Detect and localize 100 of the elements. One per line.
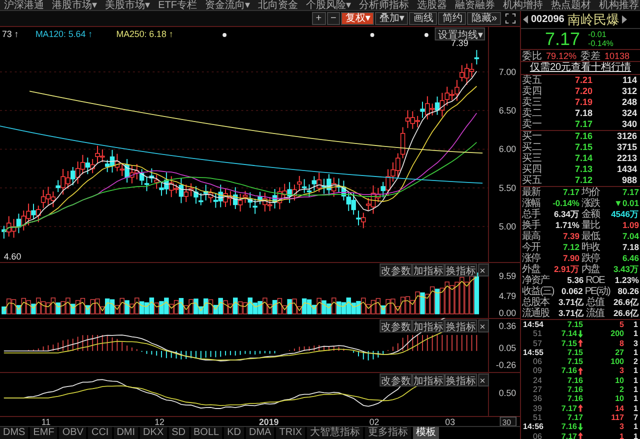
trade-volume: 10: [614, 394, 624, 404]
menu-item[interactable]: 选股器: [417, 0, 448, 10]
trade-price: 7.15: [561, 338, 577, 348]
trade-count: 1: [632, 394, 638, 404]
menu-item[interactable]: 机构增持: [503, 0, 544, 10]
indicator-tab[interactable]: OBV: [59, 427, 86, 439]
panel-button[interactable]: 换指标: [444, 374, 478, 388]
toolbar-button[interactable]: +: [312, 12, 326, 25]
order-price: 7.12: [574, 175, 592, 186]
panel-button[interactable]: ×: [478, 374, 489, 388]
order-price: 7.13: [574, 164, 592, 175]
order-level-label: 买二: [522, 142, 543, 153]
stat-label: 量比: [582, 220, 600, 231]
panel-button[interactable]: 改参数: [380, 374, 412, 388]
indicator-tab[interactable]: EMF: [30, 427, 58, 439]
trade-volume: 3: [618, 422, 624, 432]
order-price: 7.18: [574, 108, 592, 119]
stat-value: 1.23%: [614, 275, 639, 286]
order-price: 7.17: [574, 119, 592, 130]
panel-button[interactable]: 改参数: [380, 320, 412, 334]
stat-label: 换手: [522, 220, 540, 231]
promo-link[interactable]: 仅需20元查看十档行情: [530, 62, 632, 74]
order-level-label: 卖二: [522, 108, 543, 119]
toolbar-button[interactable]: 画线: [409, 12, 438, 25]
indicator-tab[interactable]: BOLL: [190, 427, 222, 439]
trade-price: 7.16: [561, 366, 577, 376]
panel-button[interactable]: 加指标: [412, 264, 445, 278]
period-field[interactable]: 30: [500, 416, 517, 426]
low-price-label: 4.60: [4, 251, 22, 262]
stat-label: 昨收: [582, 242, 600, 253]
indicator-tab[interactable]: DMS: [0, 427, 28, 439]
stat-label: 最新: [522, 187, 540, 198]
stat-value: 7.17: [562, 187, 580, 198]
indicator-tab[interactable]: 更多指标: [365, 427, 412, 439]
menu-item[interactable]: 机构推荐: [599, 0, 640, 10]
indicator-tab[interactable]: TRIX: [276, 427, 306, 439]
stat-label: 均价: [582, 187, 600, 198]
stat-label: 流值: [586, 308, 604, 319]
stat-value: 7.17: [621, 187, 639, 198]
axis-label: 0.00: [498, 308, 516, 318]
menu-item[interactable]: 热点题材: [551, 0, 592, 10]
stat-label: PE(动): [584, 286, 610, 297]
menu-item[interactable]: 分析师指标: [359, 0, 410, 10]
stat-value: 4546万: [610, 209, 639, 220]
panel-button[interactable]: ×: [478, 264, 489, 278]
stat-label: 涨停: [522, 253, 540, 264]
indicator-tab[interactable]: KD: [224, 427, 244, 439]
panel-button[interactable]: 加指标: [412, 374, 445, 388]
trade-volume: 27: [614, 348, 624, 358]
indicator-tab[interactable]: 大智慧指标: [307, 427, 364, 439]
ma-settings-button[interactable]: 设置均线▾: [434, 27, 486, 41]
indicator-tab[interactable]: SD: [168, 427, 189, 439]
toolbar-button[interactable]: 简约: [438, 12, 466, 25]
stat-label: 金额: [582, 209, 600, 220]
stock-code: 002096: [531, 14, 564, 25]
order-volume: 3126: [616, 131, 637, 142]
trade-price: 7.17: [567, 412, 583, 422]
trade-time: 51: [532, 329, 543, 339]
indicator-tab[interactable]: CCI: [88, 427, 112, 439]
order-volume: 324: [620, 108, 637, 119]
order-volume: 2213: [616, 153, 637, 164]
axis-label: 0.05: [498, 343, 516, 354]
toolbar-button[interactable]: 叠加▾: [375, 12, 408, 25]
indicator-tab[interactable]: 模板: [413, 427, 440, 439]
toolbar-button[interactable]: −: [326, 12, 340, 25]
stat-value: 0.062: [560, 286, 583, 297]
axis-label: -0.26: [496, 360, 516, 370]
trade-count: 1: [632, 320, 638, 330]
stat-value: -0.14%: [552, 198, 580, 209]
axis-label: 0.50: [498, 388, 516, 398]
trade-count: 1: [632, 366, 638, 376]
panel-button[interactable]: ×: [478, 320, 489, 334]
trade-volume: 14: [614, 404, 624, 413]
stat-value: 7.04: [621, 231, 639, 242]
indicator-tab[interactable]: DMI: [114, 427, 138, 439]
toolbar-button[interactable]: 隐藏»: [467, 12, 501, 25]
panel-button[interactable]: 改参数: [380, 264, 412, 278]
panel-button[interactable]: 加指标: [412, 320, 445, 334]
axis-label: 6.00: [498, 144, 516, 154]
trade-price: 7.16: [567, 385, 583, 394]
trade-time: 27: [532, 385, 543, 394]
indicator-tab[interactable]: DKX: [140, 427, 167, 439]
menu-item[interactable]: 个股风险▾: [306, 0, 352, 10]
axis-label: 0.36: [498, 321, 516, 332]
panel-button[interactable]: 换指标: [444, 264, 478, 278]
toolbar-button[interactable]: 复权▾: [341, 12, 374, 25]
trade-count: 1: [632, 404, 638, 413]
trade-price: 7.16: [561, 422, 577, 432]
stat-label: 涨跌: [582, 198, 600, 209]
menu-item[interactable]: ETF专栏: [158, 0, 197, 10]
trade-price: 7.15: [567, 320, 583, 330]
axis-label: 9.59: [498, 271, 516, 282]
trade-price: 7.15: [567, 348, 583, 358]
trade-count: 7: [632, 412, 638, 422]
stat-label: 收益(三): [522, 286, 554, 297]
indicator-tab[interactable]: DMA: [246, 427, 274, 439]
panel-button[interactable]: 换指标: [444, 320, 478, 334]
trade-count: 1: [632, 348, 638, 358]
menu-item[interactable]: 融资融券: [455, 0, 496, 10]
menu-item[interactable]: 北向资金: [258, 0, 298, 10]
